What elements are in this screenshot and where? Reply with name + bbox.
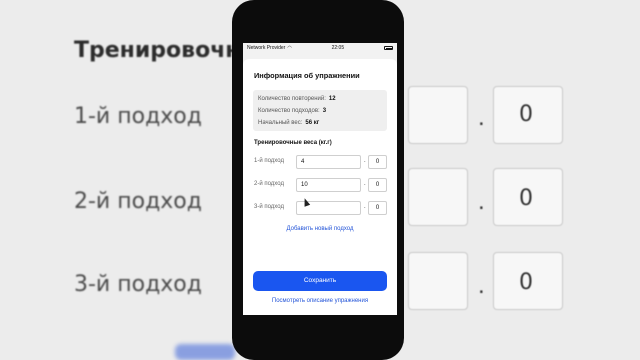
start-weight-label: Начальный вес: [258,120,303,126]
set-label: 3-й подход [254,204,284,210]
set-1-g-input[interactable]: 0 [368,155,387,169]
wifi-icon: ◠ [287,45,292,51]
background-input [408,168,468,226]
set-row-3: 3-й подход . 0 [254,201,387,215]
training-weights-title: Тренировочные веса (кг.г) [254,140,332,146]
carrier-name: Network Provider [247,45,286,51]
reps-label: Количество повторений: [258,96,326,102]
background-input [408,86,468,144]
set-2-kg-input[interactable]: 10 [296,178,361,192]
sheet-title: Информация об упражнении [254,71,360,80]
exercise-info-sheet: Информация об упражнении Количество повт… [243,59,397,315]
start-weight-value: 56 кг [305,120,320,126]
background-decimal: 0 [519,102,533,127]
background-separator: . [478,188,485,215]
set-label: 1-й подход [254,158,284,164]
add-set-link[interactable]: Добавить новый подход [243,226,397,232]
set-label: 2-й подход [254,181,284,187]
decimal-separator: . [364,181,366,187]
exercise-summary-card: Количество повторений: 12 Количество подх… [253,90,387,131]
reps-value: 12 [328,96,336,102]
background-set-label: 3-й подход [74,272,202,297]
background-decimal: 0 [519,186,533,211]
decimal-separator: . [364,204,366,210]
battery-icon [384,46,393,50]
start-weight-row: Начальный вес: 56 кг [258,120,319,126]
view-description-link[interactable]: Посмотреть описание упражнения [243,298,397,304]
status-bar: Network Provider ◠ 22:05 [243,43,397,53]
reps-row: Количество повторений: 12 [258,96,336,102]
sets-label: Количество подходов: [258,108,320,114]
background-set-label: 1-й подход [74,104,202,129]
status-time: 22:05 [331,45,345,51]
set-row-1: 1-й подход 4 . 0 [254,155,387,169]
background-separator: . [478,272,485,299]
background-separator: . [478,104,485,131]
set-2-g-input[interactable]: 0 [368,178,387,192]
sets-value: 3 [322,108,327,114]
set-row-2: 2-й подход 10 . 0 [254,178,387,192]
background-input [408,252,468,310]
background-set-label: 2-й подход [74,189,202,214]
save-button[interactable]: Сохранить [253,271,387,291]
phone-screen: Network Provider ◠ 22:05 Информация об у… [243,43,397,315]
sets-row: Количество подходов: 3 [258,108,326,114]
background-decimal: 0 [519,270,533,295]
decimal-separator: . [364,158,366,164]
background-link-blur [175,344,235,360]
set-1-kg-input[interactable]: 4 [296,155,361,169]
set-3-g-input[interactable]: 0 [368,201,387,215]
